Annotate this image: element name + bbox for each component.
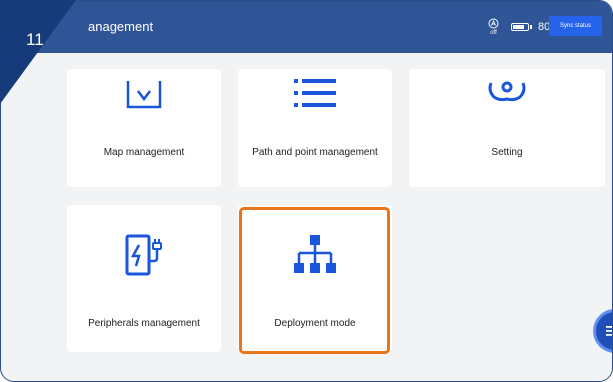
- ai-off-icon: off: [488, 18, 499, 37]
- ai-status-text: off: [490, 29, 497, 36]
- app-window: anagement off 80% Sync status Map manage…: [0, 0, 613, 382]
- map-icon: [126, 81, 162, 109]
- battery-icon: [510, 23, 532, 31]
- list-icon: [294, 79, 336, 107]
- card-map-management[interactable]: Map management: [67, 69, 221, 187]
- card-label: Peripherals management: [88, 318, 200, 329]
- card-label: Setting: [491, 147, 523, 158]
- charging-station-icon: [125, 234, 162, 276]
- card-peripherals-management[interactable]: Peripherals management: [67, 205, 221, 352]
- card-label: Map management: [103, 147, 185, 158]
- card-label: Path and point management: [252, 147, 378, 158]
- highlight-box: [239, 207, 390, 354]
- menu-icon: [606, 326, 612, 336]
- step-corner-badge: [0, 0, 76, 104]
- card-path-point-management[interactable]: Path and point management: [238, 69, 392, 187]
- page-title: anagement: [88, 19, 154, 34]
- card-setting[interactable]: Setting: [409, 69, 605, 187]
- sync-status-button[interactable]: Sync status: [549, 16, 602, 36]
- step-number: 11: [26, 30, 44, 49]
- menu-button[interactable]: [593, 309, 612, 353]
- gear-icon: [488, 81, 526, 102]
- top-bar: anagement off 80% Sync status: [1, 1, 612, 53]
